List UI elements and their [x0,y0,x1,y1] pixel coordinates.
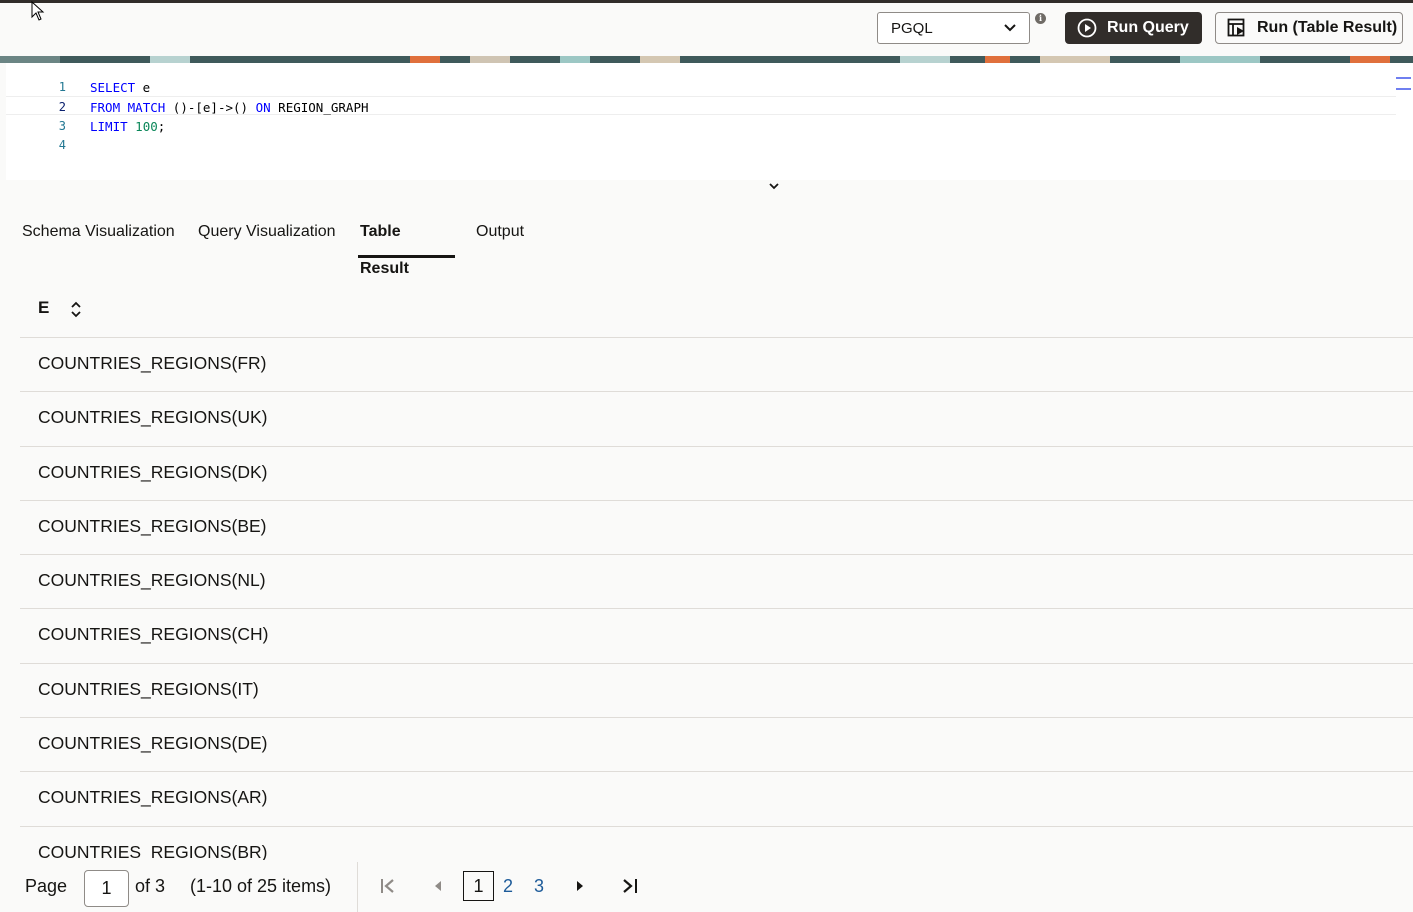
tab-output[interactable]: Output [476,213,524,258]
table-row[interactable]: COUNTRIES_REGIONS(DK) [20,447,1413,501]
editor-line-current: 2 FROM MATCH ()-[e]->() ON REGION_GRAPH [6,96,1396,115]
pager-divider [357,862,358,912]
run-table-result-label: Run (Table Result) [1257,19,1398,36]
tab-schema-visualization[interactable]: Schema Visualization [22,213,175,258]
run-table-result-button[interactable]: Run (Table Result) [1215,12,1403,44]
editor-minimap[interactable] [1396,77,1412,97]
line-number: 2 [58,100,66,114]
run-query-button[interactable]: Run Query [1065,12,1202,44]
table-cell: COUNTRIES_REGIONS(NL) [38,570,266,591]
editor-line: 4 [6,135,1396,154]
language-select[interactable]: PGQL [877,12,1030,44]
line-number: 3 [58,119,66,133]
table-row[interactable]: COUNTRIES_REGIONS(BE) [20,501,1413,556]
table-row[interactable]: COUNTRIES_REGIONS(DE) [20,718,1413,773]
info-icon[interactable]: i [1035,13,1046,24]
result-tabs: Schema Visualization Query Visualization… [0,213,1413,277]
line-number: 1 [58,80,66,94]
language-select-value: PGQL [891,19,933,37]
page-link[interactable]: 2 [503,876,513,897]
page-link-current[interactable]: 1 [463,871,494,901]
next-page-icon[interactable] [570,878,590,894]
editor-line: 1 SELECT e [6,77,1396,96]
table-header: E [20,283,1413,338]
previous-page-icon[interactable] [428,878,448,894]
decorative-banner [0,56,1413,63]
table-row[interactable]: COUNTRIES_REGIONS(IT) [20,664,1413,719]
run-query-label: Run Query [1107,19,1189,36]
tab-query-visualization[interactable]: Query Visualization [198,213,336,258]
code-text: SELECT e [90,80,151,95]
table-row[interactable]: COUNTRIES_REGIONS(FR) [20,338,1413,393]
pagination-bar: Page 1 of 3 (1-10 of 25 items) 1 2 3 [0,860,1413,912]
table-run-icon [1227,18,1245,37]
page-link[interactable]: 3 [534,876,544,897]
editor-line: 3 LIMIT 100; [6,116,1396,135]
table-cell: COUNTRIES_REGIONS(BE) [38,515,267,536]
table-row[interactable]: COUNTRIES_REGIONS(CH) [20,609,1413,664]
play-circle-icon [1077,18,1097,38]
table-row[interactable]: COUNTRIES_REGIONS(NL) [20,555,1413,610]
page-number-input[interactable]: 1 [84,870,129,907]
page-count-label: of 3 [135,876,166,896]
tab-table-result[interactable]: Table Result [358,213,455,277]
code-text: FROM MATCH ()-[e]->() ON REGION_GRAPH [90,100,369,115]
line-number: 4 [58,138,66,152]
table-cell: COUNTRIES_REGIONS(AR) [38,787,268,808]
table-cell: COUNTRIES_REGIONS(DE) [38,733,268,754]
table-cell: COUNTRIES_REGIONS(UK) [38,407,268,428]
table-cell: COUNTRIES_REGIONS(CH) [38,624,269,645]
result-table: E COUNTRIES_REGIONS(FR) COUNTRIES_REGION… [20,283,1413,881]
column-header-e[interactable]: E [38,298,49,318]
last-page-icon[interactable] [620,878,640,894]
collapse-editor-chevron-icon[interactable] [767,180,781,192]
table-row[interactable]: COUNTRIES_REGIONS(AR) [20,772,1413,827]
first-page-icon[interactable] [378,878,398,894]
code-editor[interactable]: 1 SELECT e 2 FROM MATCH ()-[e]->() ON RE… [6,63,1413,180]
table-cell: COUNTRIES_REGIONS(DK) [38,461,268,482]
sort-icon[interactable] [69,299,83,319]
page-label: Page [25,876,68,896]
items-range-label: (1-10 of 25 items) [190,876,332,896]
mouse-pointer-icon [31,1,45,21]
table-row[interactable]: COUNTRIES_REGIONS(UK) [20,392,1413,447]
code-text: LIMIT 100; [90,119,166,134]
table-cell: COUNTRIES_REGIONS(IT) [38,678,259,699]
chevron-down-icon [1004,24,1016,32]
table-cell: COUNTRIES_REGIONS(FR) [38,353,267,373]
